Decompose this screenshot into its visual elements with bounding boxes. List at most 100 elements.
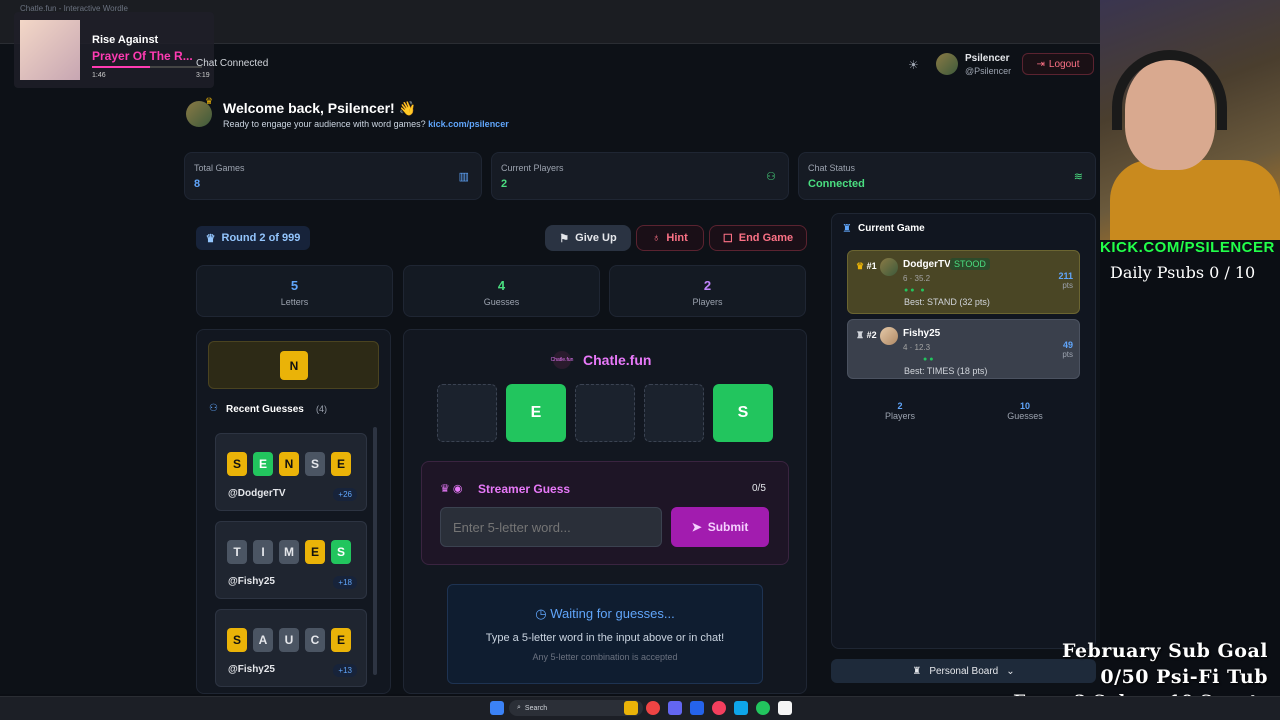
stat-card-current-players: Current Players 2 ⚇	[491, 152, 789, 200]
summary-label: Guesses	[1007, 411, 1043, 421]
summary-guesses: 10 Guesses	[985, 401, 1065, 421]
word-slot-empty	[575, 384, 635, 442]
windows-start-icon[interactable]	[490, 701, 504, 715]
crown-gamepad-icon: ♛ ◉	[440, 483, 463, 495]
word-slot-empty	[644, 384, 704, 442]
crown-icon: ♛	[205, 232, 216, 245]
welcome-subtitle: Ready to engage your audience with word …	[223, 119, 509, 129]
waiting-note: Any 5-letter combination is accepted	[532, 652, 678, 662]
guess-user: @Fishy25	[228, 576, 275, 587]
player-avatar	[880, 327, 898, 345]
user-name: Psilencer	[965, 53, 1010, 64]
logout-label: Logout	[1048, 58, 1080, 70]
letter-tile: I	[253, 540, 273, 564]
music-duration: 3:19	[196, 72, 210, 79]
stat-value: 8	[194, 178, 201, 190]
hint-button[interactable]: ♁ Hint	[636, 225, 704, 251]
player-points-value: 211	[1058, 271, 1073, 281]
guess-points: +13	[333, 664, 357, 677]
brand-logo: Chatle.fun	[551, 351, 573, 369]
send-icon: ➤	[691, 520, 702, 534]
guess-card: S E N S E @DodgerTV +26	[215, 433, 367, 511]
logout-icon: ⇥	[1036, 58, 1045, 70]
summary-value: 10	[1019, 401, 1030, 411]
guess-list-scrollbar[interactable]	[373, 427, 377, 675]
summary-label: Players	[884, 411, 915, 421]
guess-tiles: SAUCE	[227, 628, 351, 652]
app-icon[interactable]	[690, 701, 704, 715]
chevron-down-icon: ⌄	[1006, 665, 1015, 677]
chat-status-text: Chat Connected	[196, 58, 269, 69]
trophy-icon: ♜	[842, 223, 852, 235]
app-icon[interactable]	[712, 701, 726, 715]
mini-stat-value: 2	[703, 278, 712, 293]
sub-goal-line: February Sub Goal	[1062, 640, 1268, 662]
round-label: Round 2 of 999	[221, 232, 301, 244]
letter-tile: E	[305, 540, 325, 564]
bar-chart-icon: ▥	[458, 171, 469, 183]
leaderboard-rank: ♛ #1	[856, 261, 877, 272]
personal-board-label: Personal Board	[929, 665, 999, 677]
guess-points: +26	[333, 488, 357, 501]
player-points: 49 pts	[1062, 340, 1073, 359]
user-icon: ⚇	[766, 171, 776, 183]
sub-goal-line: 0/50 Psi-Fi Tub	[1100, 666, 1268, 688]
letter-tile: E	[331, 452, 351, 476]
theme-toggle-icon[interactable]: ☀	[908, 58, 919, 72]
give-up-button[interactable]: ⚑ Give Up	[545, 225, 631, 251]
points-unit: pts	[1062, 350, 1073, 359]
spotify-icon[interactable]	[756, 701, 770, 715]
leaderboard-row[interactable]: ♜ #2 Fishy25 4 · 12.3 ●● Best: TIMES (18…	[847, 319, 1080, 379]
player-points-value: 49	[1062, 340, 1073, 350]
app-icon[interactable]	[734, 701, 748, 715]
submit-button[interactable]: ➤ Submit	[671, 507, 769, 547]
stat-card-chat-status: Chat Status Connected ≋	[798, 152, 1096, 200]
music-artist: Rise Against	[92, 34, 159, 46]
wifi-icon: ≋	[1073, 171, 1083, 183]
kick-channel-text: KICK.COM/PSILENCER	[1100, 239, 1275, 256]
guess-card: T I M E S @Fishy25 +18	[215, 521, 367, 599]
recent-guesses-count: (4)	[316, 404, 327, 414]
trophy-icon: ♜	[856, 330, 865, 340]
logout-button[interactable]: ⇥ Logout	[1022, 53, 1094, 75]
lightbulb-icon: ♁	[652, 232, 661, 244]
users-icon: ⚇	[209, 403, 218, 414]
trophy-icon: ♜	[912, 665, 922, 677]
leaderboard-row[interactable]: ♛ #1 DodgerTV STOOD 6 · 35.2 ●● ● Best: …	[847, 250, 1080, 314]
music-progress-fill	[92, 66, 151, 68]
word-slot-revealed: E	[506, 384, 566, 442]
player-best: Best: TIMES (18 pts)	[904, 366, 988, 376]
file-explorer-icon[interactable]	[624, 701, 638, 715]
present-letter-tile: N	[280, 351, 308, 380]
current-game-title: Current Game	[858, 223, 925, 234]
channel-link[interactable]: kick.com/psilencer	[428, 119, 509, 129]
mini-stat-guesses: 4 Guesses	[403, 265, 600, 317]
square-icon: ☐	[722, 232, 733, 245]
mini-stat-players: 2 Players	[609, 265, 806, 317]
taskbar-search[interactable]: ⌕ Search	[509, 700, 643, 716]
streamer-guess-count: 0/5	[752, 483, 766, 494]
progress-dots: ●● ●	[904, 287, 927, 294]
discord-icon[interactable]	[668, 701, 682, 715]
user-avatar[interactable]	[936, 53, 958, 75]
player-points: 211 pts	[1058, 271, 1073, 290]
search-icon: ⌕	[517, 704, 521, 711]
word-input[interactable]	[440, 507, 662, 547]
guess-tiles: SENSE	[227, 452, 351, 476]
word-slot-empty	[437, 384, 497, 442]
guess-card: S A U C E @Fishy25 +13	[215, 609, 367, 687]
app-icon[interactable]	[778, 701, 792, 715]
stat-value: Connected	[808, 178, 865, 190]
personal-board-toggle[interactable]: ♜ Personal Board ⌄	[831, 659, 1096, 683]
letter-tile: T	[227, 540, 247, 564]
guess-tiles: TIMES	[227, 540, 351, 564]
end-game-button[interactable]: ☐ End Game	[709, 225, 807, 251]
letter-tile: M	[279, 540, 299, 564]
chrome-icon[interactable]	[646, 701, 660, 715]
mini-stat-letters: 5 Letters	[196, 265, 393, 317]
webcam-hoodie	[1110, 160, 1280, 240]
guess-user: @DodgerTV	[228, 488, 286, 499]
music-title: Prayer Of The R...	[92, 49, 193, 63]
stat-value: 2	[501, 178, 508, 190]
letter-tile: U	[279, 628, 299, 652]
